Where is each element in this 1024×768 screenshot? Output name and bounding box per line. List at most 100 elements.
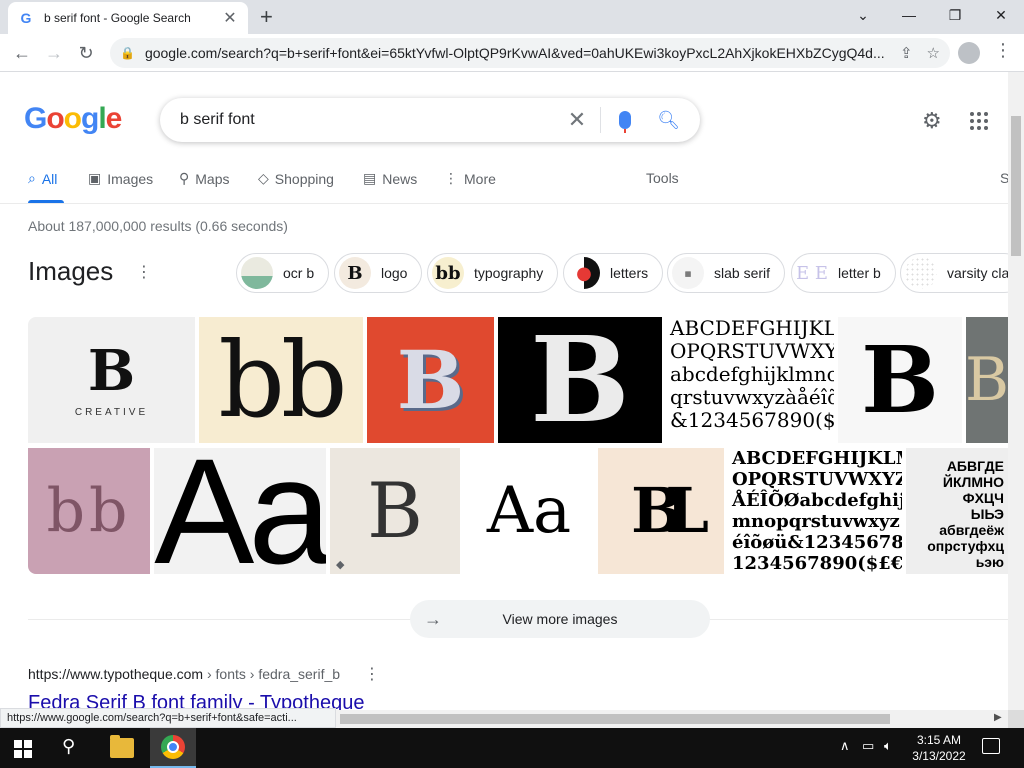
search-icon[interactable]: ⚲ <box>62 736 75 757</box>
clear-icon[interactable]: ✕ <box>568 107 602 133</box>
tile-glyph: bb <box>218 319 347 441</box>
vertical-scrollbar[interactable] <box>1008 72 1024 710</box>
tab-label: News <box>382 170 418 187</box>
chip-thumbnail <box>905 257 937 289</box>
image-result[interactable]: Aa <box>154 448 326 574</box>
image-result[interactable]: B <box>966 317 1008 443</box>
view-more-images-button[interactable]: → View more images <box>410 600 710 638</box>
microphone-icon[interactable] <box>619 111 632 133</box>
chip-label: varsity cla <box>947 265 1008 281</box>
tile-glyph: Aa <box>154 448 326 574</box>
image-result[interactable]: ABCDEFGHIJKLM OPQRSTUVWXYZ ÅÉÎÕØabcdefgh… <box>728 448 902 574</box>
tab-images[interactable]: ▣ Images <box>88 170 153 187</box>
tile-glyph: B <box>530 317 630 443</box>
search-input[interactable]: b serif font <box>180 111 568 129</box>
chip-ocr-b[interactable]: ocr b <box>236 253 330 293</box>
arrow-right-icon: → <box>424 608 442 629</box>
image-icon: ▣ <box>88 170 102 186</box>
google-logo[interactable]: Google <box>24 102 123 136</box>
close-window-button[interactable]: ✕ <box>978 4 1024 26</box>
bookmark-star-icon[interactable]: ☆ <box>927 44 940 62</box>
minimize-button[interactable]: — <box>886 4 932 26</box>
tab-more[interactable]: ⋮ More <box>444 170 496 187</box>
tile-glyph: B <box>861 326 939 434</box>
google-apps-icon[interactable] <box>970 112 988 130</box>
share-icon[interactable]: ⇪ <box>900 44 913 62</box>
tag-icon: ◇ <box>258 170 269 186</box>
logo-letter: G <box>24 102 47 135</box>
scroll-right-icon[interactable]: ▶ <box>994 712 1002 723</box>
result-stats: About 187,000,000 results (0.66 seconds) <box>28 218 288 234</box>
lock-icon[interactable]: 🔒 <box>120 46 135 60</box>
image-result[interactable]: Aa <box>464 448 594 574</box>
toolbar: ← → ↻ 🔒 google.com/search?q=b+serif+font… <box>0 34 1024 72</box>
logo-letter: l <box>98 102 106 135</box>
images-heading[interactable]: Images <box>28 256 113 287</box>
profile-avatar[interactable] <box>958 42 980 64</box>
browser-menu-icon[interactable]: ⋮ <box>994 40 1012 61</box>
clock-date: 3/13/2022 <box>912 749 966 763</box>
chip-letter-b[interactable]: E E letter b <box>791 253 896 293</box>
restore-button[interactable]: ❐ <box>932 4 978 26</box>
result-url[interactable]: https://www.typotheque.com › fonts › fed… <box>28 666 340 682</box>
scrollbar-thumb[interactable] <box>340 714 890 724</box>
chip-slab-serif[interactable]: ▦ slab serif <box>667 253 786 293</box>
chip-typography[interactable]: bb typography <box>427 253 559 293</box>
status-bar-url: https://www.google.com/search?q=b+serif+… <box>0 708 336 728</box>
back-button[interactable]: ← <box>10 42 34 64</box>
chrome-taskbar-button[interactable] <box>150 728 196 768</box>
windows-taskbar: ⚲ ∧ ▭ 🔈︎ 3:15 AM 3/13/2022 <box>0 728 1024 768</box>
image-result[interactable]: BL <box>598 448 724 574</box>
map-pin-icon: ⚲ <box>179 170 190 186</box>
chip-thumbnail: ● <box>568 257 600 289</box>
network-icon[interactable]: ▭ <box>862 738 874 754</box>
chip-label: letters <box>610 265 649 281</box>
settings-gear-icon[interactable]: ⚙ <box>922 108 942 134</box>
chip-letters[interactable]: ● letters <box>563 253 664 293</box>
chevron-up-icon[interactable]: ∧ <box>840 738 850 754</box>
url-text[interactable]: google.com/search?q=b+serif+font&ei=65kt… <box>145 45 886 61</box>
search-icon[interactable]: 🔍︎ <box>657 110 680 131</box>
tools-label: Tools <box>646 170 679 186</box>
logo-letter: e <box>105 102 123 135</box>
vertical-dots-icon: ⋮ <box>444 170 458 186</box>
image-result[interactable]: bb <box>28 448 150 574</box>
search-box[interactable]: b serif font ✕ 🔍︎ <box>160 98 700 142</box>
chip-logo[interactable]: B logo <box>334 253 423 293</box>
chip-varsity-class[interactable]: varsity cla <box>900 253 1008 293</box>
images-options-icon[interactable]: ⋮ <box>136 262 152 282</box>
close-tab-icon[interactable]: ✕ <box>222 8 238 28</box>
tab-maps[interactable]: ⚲ Maps <box>179 170 230 187</box>
tab-shopping[interactable]: ◇ Shopping <box>258 170 334 187</box>
tab-all[interactable]: ⌕ All <box>28 170 57 187</box>
forward-button[interactable]: → <box>42 42 66 64</box>
windows-start-icon[interactable] <box>14 740 32 758</box>
image-result[interactable]: B <box>330 448 460 574</box>
reload-button[interactable]: ↻ <box>74 42 98 64</box>
tile-specimen: ABCDEFGHIJKLMN OPQRSTUVWXYZÄ abcdefghijk… <box>670 317 834 432</box>
notifications-icon[interactable] <box>982 738 1000 754</box>
image-result[interactable]: B CREATIVE <box>28 317 195 443</box>
new-tab-button[interactable]: + <box>260 6 273 28</box>
safesearch-button[interactable]: S <box>1000 170 1008 186</box>
result-breadcrumb: › fonts › fedra_serif_b <box>203 666 341 682</box>
browser-tab[interactable]: G b serif font - Google Search ✕ <box>8 2 248 34</box>
address-bar[interactable]: 🔒 google.com/search?q=b+serif+font&ei=65… <box>110 38 950 68</box>
image-result[interactable]: ABCDEFGHIJKLMN OPQRSTUVWXYZÄ abcdefghijk… <box>666 317 834 443</box>
image-result[interactable]: B <box>498 317 662 443</box>
result-options-icon[interactable]: ⋮ <box>364 664 380 684</box>
image-result[interactable]: B <box>367 317 494 443</box>
tools-button[interactable]: Tools <box>646 170 679 186</box>
scrollbar-thumb[interactable] <box>1011 116 1021 256</box>
file-explorer-icon[interactable] <box>110 735 134 758</box>
tab-search-icon[interactable]: ⌄ <box>840 4 886 26</box>
chip-thumbnail: bb <box>432 257 464 289</box>
image-result[interactable]: B <box>838 317 962 443</box>
tile-caption: CREATIVE <box>74 406 149 418</box>
system-clock[interactable]: 3:15 AM 3/13/2022 <box>906 732 972 764</box>
tab-news[interactable]: ▤ News <box>363 170 417 187</box>
volume-icon[interactable]: 🔈︎ <box>884 738 892 754</box>
image-result[interactable]: АБВГДЕ ЙКЛМНО ФХЦЧ ЫЬЭ абвгдеёж опрстуфх… <box>906 448 1008 574</box>
image-result[interactable]: bb <box>199 317 363 443</box>
search-page: Google b serif font ✕ 🔍︎ ⚙ ⌕ All ▣ Image… <box>0 72 1008 710</box>
